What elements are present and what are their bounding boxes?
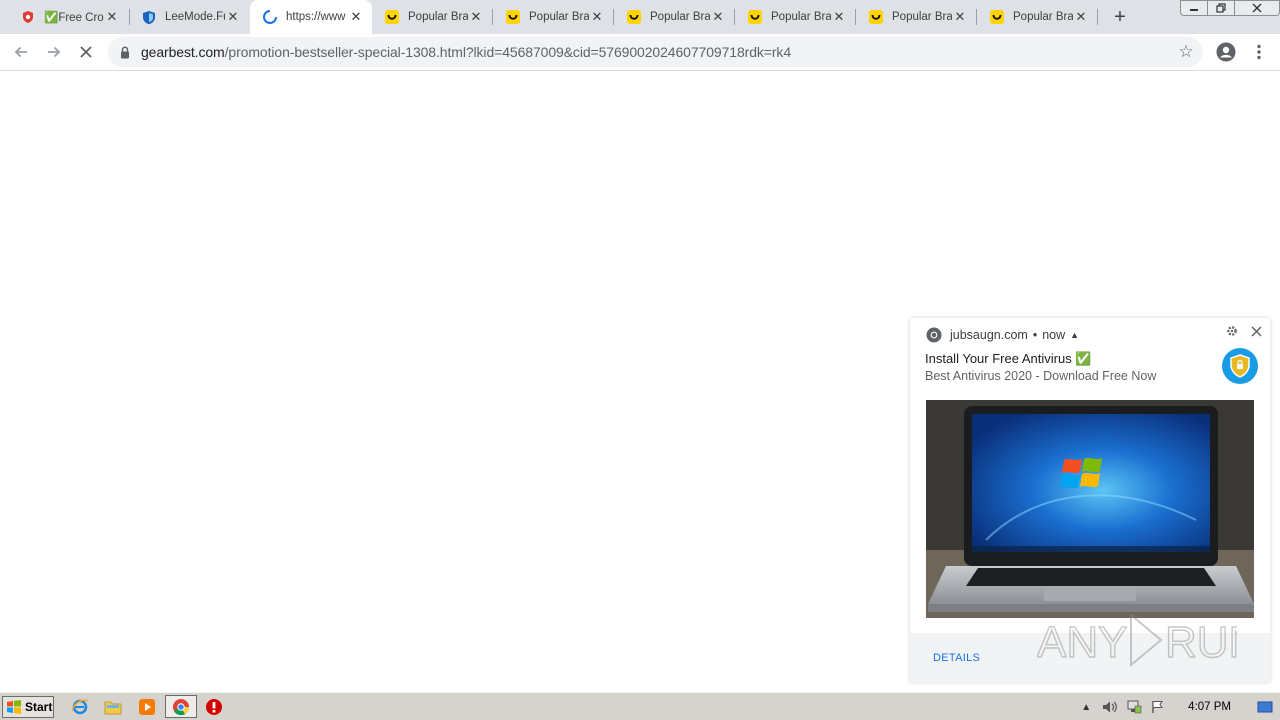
lock-icon <box>118 45 132 59</box>
notification-time: now <box>1042 328 1066 342</box>
smiley-yellow-icon <box>747 9 763 25</box>
network-icon[interactable] <box>1125 698 1143 716</box>
tab-close-icon[interactable]: ✕ <box>348 9 364 25</box>
taskbar: Start ▲ 4:07 PM <box>0 692 1280 720</box>
internet-explorer-icon[interactable] <box>70 697 90 717</box>
tab-title: Popular Bra <box>1013 11 1073 23</box>
details-button[interactable]: DETAILS <box>933 652 980 664</box>
tab-close-icon[interactable]: ✕ <box>831 9 847 25</box>
loading-spinner-icon <box>262 9 278 25</box>
profile-avatar-icon[interactable] <box>1214 40 1238 64</box>
svg-text:RUN: RUN <box>1165 618 1237 667</box>
windows-flag-icon <box>7 700 21 714</box>
close-window-icon[interactable] <box>1234 0 1280 16</box>
tab-close-icon[interactable]: ✕ <box>225 9 241 25</box>
chevron-up-icon[interactable]: ▲ <box>1070 330 1079 340</box>
chrome-taskbar-icon[interactable] <box>165 695 197 718</box>
gear-icon[interactable] <box>1223 322 1241 340</box>
volume-icon[interactable] <box>1101 698 1119 716</box>
minimize-icon[interactable] <box>1180 0 1208 16</box>
tab[interactable]: Popular Bra ✕ <box>614 0 734 34</box>
tab-title: Popular Bra <box>650 11 710 23</box>
tab-title: LeeMode.Fu <box>165 11 225 23</box>
tab[interactable]: Popular Bra ✕ <box>856 0 976 34</box>
screen: ✅Free Cro ✕ LeeMode.Fu ✕ https://www ✕ P… <box>0 0 1280 720</box>
tab[interactable]: Popular Bra ✕ <box>372 0 492 34</box>
bookmark-star-icon[interactable]: ☆ <box>1175 41 1197 63</box>
tab[interactable]: Popular Bra ✕ <box>977 0 1097 34</box>
tab-close-icon[interactable]: ✕ <box>1073 9 1089 25</box>
tab[interactable]: ✅Free Cro ✕ <box>8 0 128 34</box>
tab[interactable]: LeeMode.Fu ✕ <box>129 0 249 34</box>
new-tab-plus-icon[interactable]: + <box>1108 5 1132 29</box>
file-explorer-icon[interactable] <box>103 697 123 717</box>
tab-active[interactable]: https://www ✕ <box>250 0 372 34</box>
tab-separator <box>1097 9 1098 25</box>
browser-toolbar: gearbest.com/promotion-bestseller-specia… <box>0 34 1280 71</box>
smiley-yellow-icon <box>868 9 884 25</box>
tab-title: Popular Bra <box>529 11 589 23</box>
tab-title: https://www <box>286 11 346 23</box>
antivirus-shield-icon <box>1222 348 1258 384</box>
address-bar[interactable]: gearbest.com/promotion-bestseller-specia… <box>108 37 1203 67</box>
url-text: gearbest.com/promotion-bestseller-specia… <box>141 44 791 60</box>
smiley-yellow-icon <box>626 9 642 25</box>
tab-title: ✅Free Cro <box>44 12 104 24</box>
tab-close-icon[interactable]: ✕ <box>710 9 726 25</box>
tab-close-icon[interactable]: ✕ <box>468 9 484 25</box>
blue-shield-icon <box>141 9 157 25</box>
show-desktop-icon[interactable] <box>1256 698 1274 716</box>
tab-strip: ✅Free Cro ✕ LeeMode.Fu ✕ https://www ✕ P… <box>0 0 1280 34</box>
notification-dot: • <box>1032 328 1038 342</box>
notification-source: jubsaugn.com <box>950 328 1028 342</box>
red-shield-icon <box>20 9 36 25</box>
start-label: Start <box>25 700 53 714</box>
tray-expand-icon[interactable]: ▲ <box>1077 698 1095 716</box>
tab-close-icon[interactable]: ✕ <box>104 9 120 25</box>
restore-icon[interactable] <box>1207 0 1235 16</box>
system-tray: ▲ 4:07 PM <box>1074 693 1280 720</box>
url-host: gearbest.com <box>141 44 225 60</box>
laptop-image <box>926 400 1254 618</box>
flag-icon[interactable] <box>1149 698 1167 716</box>
chrome-logo-icon <box>926 327 942 343</box>
tab-title: Popular Bra <box>408 11 468 23</box>
tab-close-icon[interactable]: ✕ <box>589 9 605 25</box>
close-icon[interactable] <box>1247 322 1265 340</box>
notification-title: Install Your Free Antivirus ✅ <box>925 351 1092 366</box>
tab[interactable]: Popular Bra ✕ <box>493 0 613 34</box>
tab-close-icon[interactable]: ✕ <box>952 9 968 25</box>
smiley-yellow-icon <box>989 9 1005 25</box>
svg-text:ANY: ANY <box>1037 618 1127 667</box>
url-path: /promotion-bestseller-special-1308.html?… <box>224 44 792 60</box>
anyrun-watermark: ANY RUN <box>1036 607 1261 673</box>
clock: 4:07 PM <box>1188 701 1231 713</box>
smiley-yellow-icon <box>384 9 400 25</box>
window-controls <box>1180 0 1280 16</box>
back-arrow-icon[interactable] <box>9 40 33 64</box>
notification-header: jubsaugn.com • now ▲ <box>926 327 1079 343</box>
tab[interactable]: Popular Bra ✕ <box>735 0 855 34</box>
tab-title: Popular Bra <box>892 11 952 23</box>
opera-icon[interactable] <box>204 697 224 717</box>
menu-kebab-icon[interactable] <box>1247 40 1271 64</box>
stop-loading-icon[interactable] <box>74 40 98 64</box>
smiley-yellow-icon <box>505 9 521 25</box>
start-button[interactable]: Start <box>2 696 54 718</box>
forward-arrow-icon[interactable] <box>42 40 66 64</box>
notification-message: Best Antivirus 2020 - Download Free Now <box>925 369 1157 383</box>
tab-title: Popular Bra <box>771 11 831 23</box>
media-player-icon[interactable] <box>137 697 157 717</box>
